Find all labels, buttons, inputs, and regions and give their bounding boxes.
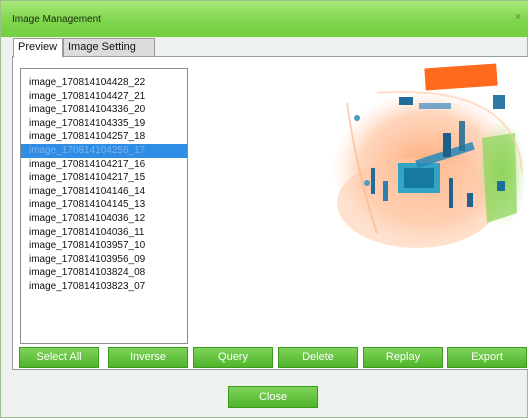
list-item[interactable]: image_170814104036_12 — [21, 212, 187, 226]
list-item[interactable]: image_170814104427_21 — [21, 90, 187, 104]
list-item[interactable]: image_170814104336_20 — [21, 103, 187, 117]
image-listbox[interactable]: image_170814104428_22 image_170814104427_… — [20, 68, 188, 344]
select-all-button[interactable]: Select All — [19, 347, 99, 368]
xray-preview-image — [197, 63, 527, 345]
preview-panel: image_170814104428_22 image_170814104427_… — [12, 56, 528, 370]
image-management-window: Image Management × Preview Image Setting… — [0, 0, 528, 418]
inverse-button[interactable]: Inverse — [108, 347, 188, 368]
window-title: Image Management — [12, 14, 101, 25]
list-item[interactable]: image_170814104036_11 — [21, 226, 187, 240]
list-item[interactable]: image_170814104257_18 — [21, 130, 187, 144]
tab-image-setting[interactable]: Image Setting — [63, 38, 155, 57]
export-button[interactable]: Export — [447, 347, 527, 368]
close-button[interactable]: Close — [228, 386, 318, 408]
list-item[interactable]: image_170814104428_22 — [21, 76, 187, 90]
close-icon[interactable]: × — [511, 10, 525, 24]
list-item[interactable]: image_170814104145_13 — [21, 198, 187, 212]
title-bar: Image Management × — [1, 1, 528, 37]
list-item[interactable]: image_170814104256_17 — [21, 143, 187, 158]
list-item[interactable]: image_170814104217_16 — [21, 158, 187, 172]
list-item[interactable]: image_170814103956_09 — [21, 253, 187, 267]
list-item[interactable]: image_170814103823_07 — [21, 280, 187, 294]
delete-button[interactable]: Delete — [278, 347, 358, 368]
tab-preview[interactable]: Preview — [13, 38, 63, 58]
list-item[interactable]: image_170814104335_19 — [21, 117, 187, 131]
list-item[interactable]: image_170814103824_08 — [21, 266, 187, 280]
image-list: image_170814104428_22 image_170814104427_… — [21, 76, 187, 294]
list-item[interactable]: image_170814104146_14 — [21, 185, 187, 199]
list-item[interactable]: image_170814103957_10 — [21, 239, 187, 253]
xray-scan-graphic — [332, 63, 527, 248]
list-item[interactable]: image_170814104217_15 — [21, 171, 187, 185]
replay-button[interactable]: Replay — [363, 347, 443, 368]
query-button[interactable]: Query — [193, 347, 273, 368]
